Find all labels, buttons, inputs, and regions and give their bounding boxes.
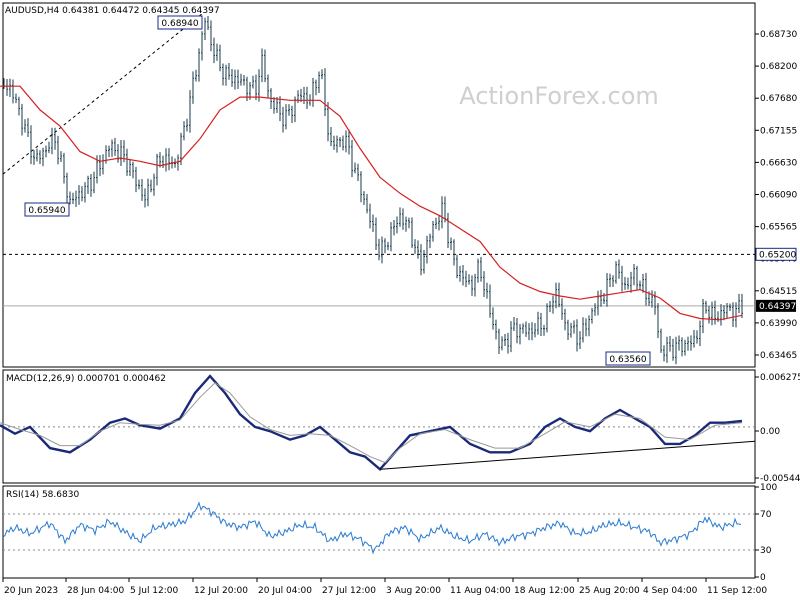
macd-ytick-label: 0.00 [760, 427, 780, 437]
price-ytick-label: 0.64515 [760, 287, 797, 297]
price-ytick-label: 0.63465 [760, 351, 797, 361]
xtick-label: 11 Sep 12:00 [707, 586, 767, 596]
macd-macd-line [0, 374, 743, 471]
xtick-label: 27 Jul 12:00 [322, 586, 376, 596]
price-ytick-label: 0.66090 [760, 191, 797, 201]
rsi-ytick-label: 30 [760, 546, 772, 556]
xtick-label: 11 Aug 04:00 [450, 586, 511, 596]
macd-series [0, 374, 756, 471]
xtick-label: 12 Jul 20:00 [194, 586, 248, 596]
price-ytick-label: 0.65565 [760, 223, 797, 233]
rsi-ytick-label: 100 [760, 483, 777, 493]
price-annotation-label: 0.63560 [609, 355, 646, 365]
rsi-ytick-label: 0 [760, 573, 766, 583]
xtick-label: 28 Jun 04:00 [67, 586, 124, 596]
xtick-label: 20 Jun 2023 [4, 586, 58, 596]
xtick-label: 25 Aug 20:00 [579, 586, 640, 596]
price-ytick-label: 0.67155 [760, 126, 797, 136]
watermark: ActionForex.com [459, 82, 659, 110]
resistance-label: 0.65200 [759, 250, 796, 260]
xtick-label: 3 Aug 20:00 [386, 586, 441, 596]
macd-panel-title: MACD(12,26,9) 0.000701 0.000462 [6, 374, 166, 384]
price-ytick-label: 0.63990 [760, 319, 797, 329]
rsi-line [2, 501, 742, 555]
price-ytick-label: 0.66630 [760, 158, 797, 168]
rsi-ytick-label: 70 [760, 510, 772, 520]
xtick-label: 5 Jul 12:00 [130, 586, 179, 596]
price-panel-frame [2, 2, 756, 368]
xtick-label: 20 Jul 04:00 [258, 586, 312, 596]
price-annotation-label: 0.68940 [161, 19, 198, 29]
chart-canvas[interactable]: ActionForex.com 0.68940 0.65940 0.63560 0.… [0, 0, 800, 600]
xtick-label: 4 Sep 04:00 [643, 586, 698, 596]
price-panel-title: AUDUSD,H4 0.64381 0.64472 0.64345 0.6439… [5, 6, 220, 16]
price-ytick-label: 0.68200 [760, 62, 797, 72]
xtick-label: 18 Aug 12:00 [514, 586, 575, 596]
current-price-label: 0.64397 [759, 302, 796, 312]
price-trend-dashed-line [2, 12, 204, 175]
macd-ytick-label: 0.006275 [760, 373, 800, 383]
price-series: 0.68940 0.65940 0.63560 [0, 12, 755, 366]
rsi-panel-title: RSI(14) 58.6830 [6, 490, 79, 500]
price-ytick-label: 0.68730 [760, 30, 797, 40]
price-ytick-label: 0.67680 [760, 94, 797, 104]
macd-trendline-line [379, 440, 756, 470]
rsi-series [2, 501, 755, 555]
price-annotation-label: 0.65940 [28, 206, 65, 216]
